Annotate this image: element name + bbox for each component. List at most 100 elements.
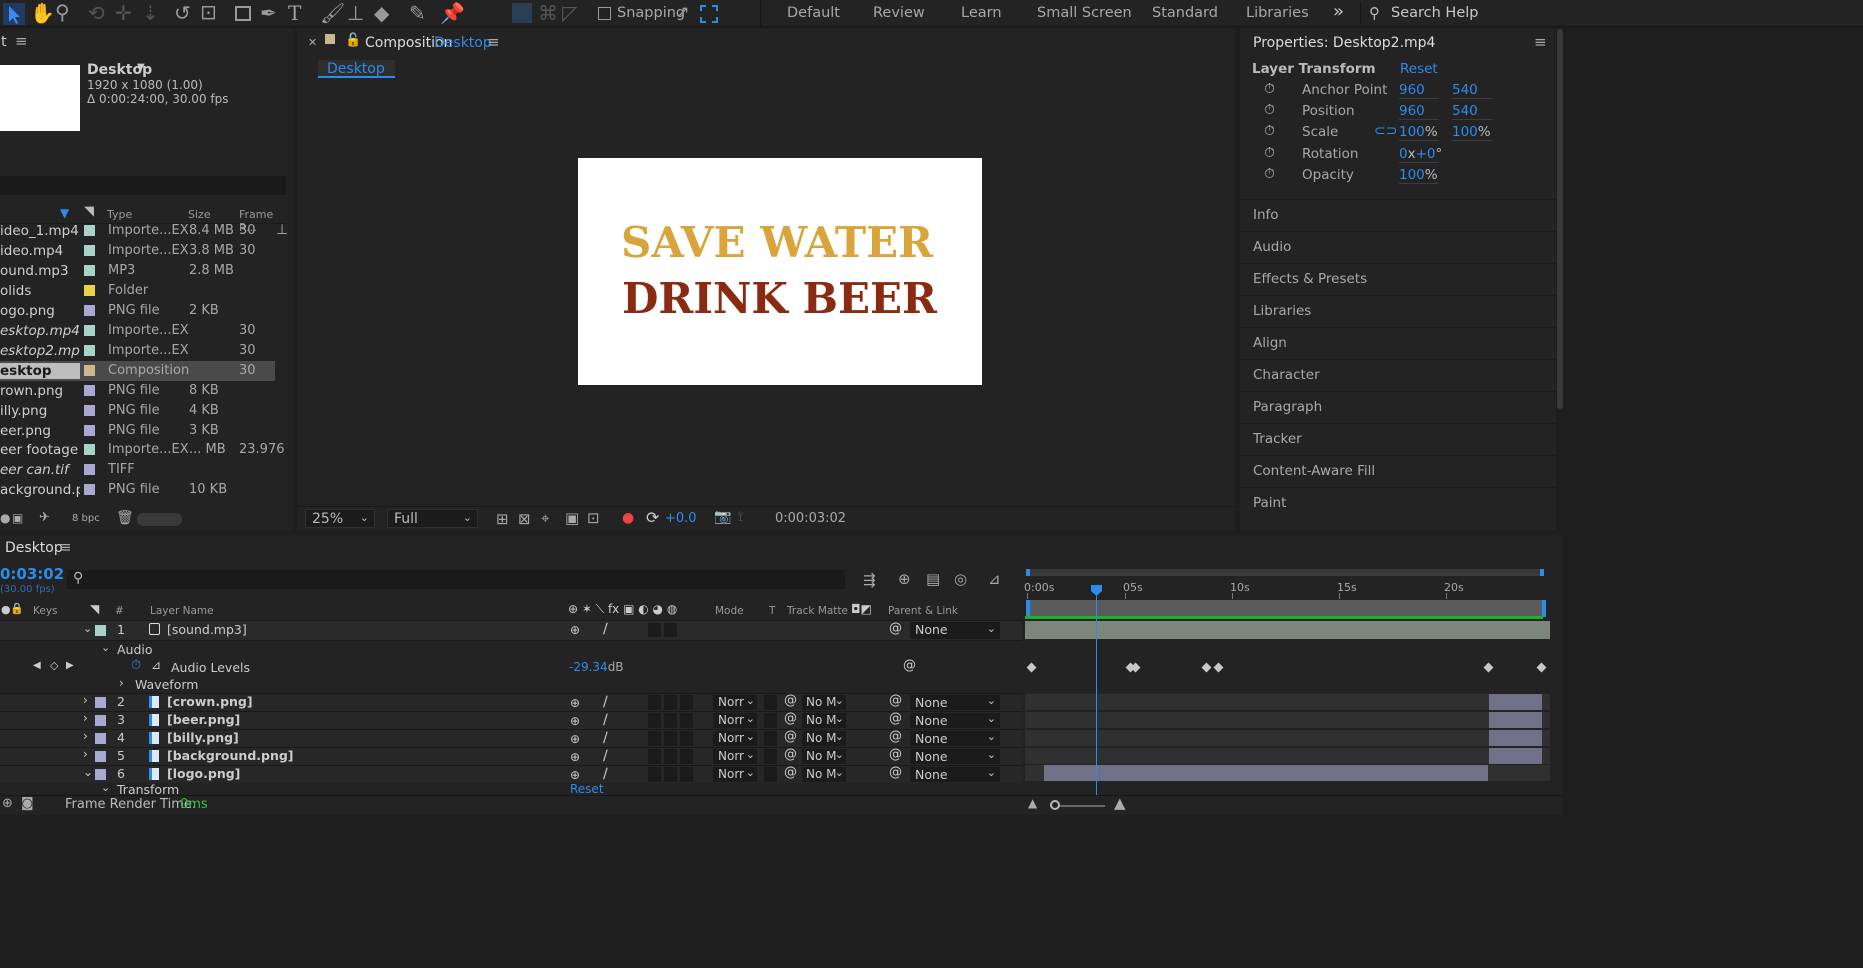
snapshot-icon[interactable]: 📷 bbox=[714, 509, 731, 525]
project-item[interactable]: ackground.png PNG file 10 KB bbox=[0, 480, 275, 500]
pickwhip-icon[interactable]: @ bbox=[889, 747, 902, 762]
axis-world-icon[interactable]: ⌘ bbox=[538, 3, 558, 23]
layer-row-3[interactable]: › 3 [beer.png] ⊕ ∕ Norr ⌄ @ No M ⌄ @ None ⌄ bbox=[0, 710, 1022, 729]
workspace-libraries[interactable]: Libraries bbox=[1246, 5, 1309, 21]
label-color-swatch[interactable] bbox=[84, 404, 95, 416]
clone-stamp-icon[interactable]: ⊥ bbox=[347, 3, 364, 23]
region-of-interest-icon[interactable]: ▣ bbox=[565, 509, 579, 527]
new-composition-icon[interactable]: ▣ bbox=[12, 511, 23, 525]
mode-dropdown[interactable]: Norr ⌄ bbox=[713, 748, 757, 764]
label-color-swatch[interactable] bbox=[84, 284, 95, 296]
parent-dropdown[interactable]: None ⌄ bbox=[910, 766, 1000, 782]
stopwatch-icon[interactable]: ⏱ bbox=[1264, 145, 1275, 161]
chevron-down-icon[interactable]: ⌄ bbox=[83, 622, 92, 635]
rotate-tool-icon[interactable]: ↺ bbox=[174, 3, 191, 23]
layer-bar[interactable] bbox=[1489, 729, 1542, 746]
label-color-swatch[interactable] bbox=[84, 304, 95, 316]
close-icon[interactable]: ✕ bbox=[308, 36, 317, 49]
transform-group-row[interactable]: ⌄ Transform Reset bbox=[0, 783, 1022, 795]
switch-box[interactable] bbox=[664, 730, 677, 746]
audio-levels-row[interactable]: ◀ ◇ ▶ ⏱ ⊿ Audio Levels -29.34dB @ bbox=[0, 658, 1022, 677]
layer-bar[interactable] bbox=[1489, 694, 1542, 710]
fast-previews-icon[interactable]: ⊞ bbox=[496, 510, 509, 528]
project-item[interactable]: ound.mp3 MP3 2.8 MB bbox=[0, 261, 275, 281]
current-time-display[interactable]: 0:00:03:02 bbox=[775, 511, 846, 526]
pickwhip-icon[interactable]: @ bbox=[889, 621, 902, 636]
comp-viewer[interactable]: SAVE WATER DRINK BEER bbox=[297, 84, 1235, 506]
quality-switch-icon[interactable]: ∕ bbox=[603, 694, 608, 710]
label-color-swatch[interactable] bbox=[84, 344, 95, 356]
shy-switch-icon[interactable]: ⊕ bbox=[570, 623, 580, 637]
pickwhip-icon[interactable]: @ bbox=[889, 711, 902, 726]
transform-value-1[interactable]: 100% bbox=[1399, 124, 1439, 142]
work-area-range[interactable] bbox=[1026, 600, 1546, 617]
constrain-proportions-icon[interactable]: ⊂⊃ bbox=[1374, 123, 1397, 139]
parent-dropdown[interactable]: None ⌄ bbox=[910, 694, 1000, 710]
workspace-default[interactable]: Default bbox=[787, 5, 840, 21]
eraser-tool-icon[interactable]: ◆ bbox=[374, 3, 389, 23]
layer-label-swatch[interactable] bbox=[95, 714, 106, 726]
layer-row-4[interactable]: › 4 [billy.png] ⊕ ∕ Norr ⌄ @ No M ⌄ @ None ⌄ bbox=[0, 728, 1022, 747]
panel-info[interactable]: Info bbox=[1240, 199, 1556, 230]
selection-tool-icon[interactable] bbox=[3, 3, 25, 25]
stopwatch-icon[interactable]: ⏱ bbox=[1264, 81, 1275, 97]
switch-box[interactable] bbox=[664, 712, 677, 728]
quality-switch-icon[interactable]: ∕ bbox=[603, 621, 608, 637]
frame-blending-icon[interactable]: ▤ bbox=[926, 570, 940, 588]
project-item[interactable]: ideo_1.mp4 Importe...EX 8.4 MB 30 bbox=[0, 221, 275, 241]
preserve-transparency-box[interactable] bbox=[764, 766, 777, 782]
project-item[interactable]: esktop.mp4 Importe...EX 30 bbox=[0, 321, 275, 341]
quality-switch-icon[interactable]: ∕ bbox=[603, 712, 608, 728]
timeline-timecode[interactable]: 0:03:02 bbox=[0, 565, 64, 583]
logo-layer-bar[interactable] bbox=[1044, 765, 1488, 781]
track-matte-dropdown[interactable]: No M ⌄ bbox=[802, 730, 846, 746]
label-color-swatch[interactable] bbox=[84, 444, 95, 456]
graph-editor-icon[interactable]: ⊿ bbox=[988, 570, 1001, 588]
panel-tracker[interactable]: Tracker bbox=[1240, 423, 1556, 454]
matte-pickwhip-icon[interactable]: @ bbox=[784, 765, 797, 780]
prev-keyframe-icon[interactable]: ◀ bbox=[33, 660, 41, 671]
switch-box[interactable] bbox=[664, 766, 677, 782]
chevron-right-icon[interactable]: › bbox=[119, 676, 124, 690]
motion-blur-icon[interactable]: ◎ bbox=[954, 570, 967, 588]
matte-pickwhip-icon[interactable]: @ bbox=[784, 711, 797, 726]
pickwhip-icon[interactable]: @ bbox=[889, 729, 902, 744]
workspace-small-screen[interactable]: Small Screen bbox=[1037, 5, 1132, 21]
layer-label-swatch[interactable] bbox=[95, 750, 106, 762]
project-item[interactable]: illy.png PNG file 4 KB bbox=[0, 401, 275, 421]
track-matte-dropdown[interactable]: No M ⌄ bbox=[802, 712, 846, 728]
panel-content-aware-fill[interactable]: Content-Aware Fill bbox=[1240, 455, 1556, 486]
transparency-grid-icon[interactable]: ⊠ bbox=[518, 510, 531, 528]
layer-name[interactable]: [background.png] bbox=[167, 748, 294, 763]
quality-switch-icon[interactable]: ∕ bbox=[603, 766, 608, 782]
switch-box[interactable] bbox=[680, 766, 693, 782]
show-snapshot-icon[interactable]: ⟟ bbox=[738, 509, 743, 525]
switch-box[interactable] bbox=[648, 623, 661, 637]
transform-value-1[interactable]: 100% bbox=[1399, 167, 1439, 184]
project-item[interactable]: ogo.png PNG file 2 KB bbox=[0, 301, 275, 321]
brush-tool-icon[interactable]: 🖌 bbox=[320, 3, 345, 23]
column-size[interactable]: Size bbox=[188, 208, 211, 221]
panel-character[interactable]: Character bbox=[1240, 359, 1556, 390]
transform-reset-link[interactable]: Reset bbox=[1400, 61, 1438, 77]
chevron-right-icon[interactable]: › bbox=[83, 747, 88, 761]
project-item[interactable]: esktop2.mp4 Importe...EX 30 bbox=[0, 341, 275, 361]
timeline-tab[interactable]: Desktop bbox=[5, 540, 63, 556]
switch-box[interactable] bbox=[664, 623, 677, 637]
hand-tool-icon[interactable]: ✋ bbox=[30, 3, 55, 23]
panel-align[interactable]: Align bbox=[1240, 327, 1556, 358]
panel-paragraph[interactable]: Paragraph bbox=[1240, 391, 1556, 422]
layer-row-1[interactable]: ⌄ 1 [sound.mp3] ⊕ ∕ @ None ⌄ bbox=[0, 621, 1022, 641]
comp-lock-icon[interactable]: 🔓 bbox=[345, 33, 361, 48]
workspace-overflow-icon[interactable]: » bbox=[1333, 1, 1344, 22]
switch-box[interactable] bbox=[680, 730, 693, 746]
chevron-right-icon[interactable]: › bbox=[83, 711, 88, 725]
resolution-dropdown[interactable]: Full ⌄ bbox=[387, 509, 478, 528]
comp-tab-name[interactable]: Desktop bbox=[434, 35, 492, 51]
work-area-bar[interactable] bbox=[1026, 569, 1544, 576]
layer-row-6[interactable]: ⌄ 6 [logo.png] ⊕ ∕ Norr ⌄ @ No M ⌄ @ None ⌄ bbox=[0, 764, 1022, 783]
stopwatch-icon[interactable]: ⏱ bbox=[1264, 166, 1275, 182]
label-color-swatch[interactable] bbox=[84, 464, 95, 476]
parent-dropdown[interactable]: None ⌄ bbox=[910, 622, 1000, 639]
grid-guides-icon[interactable]: ⊡ bbox=[587, 509, 600, 527]
